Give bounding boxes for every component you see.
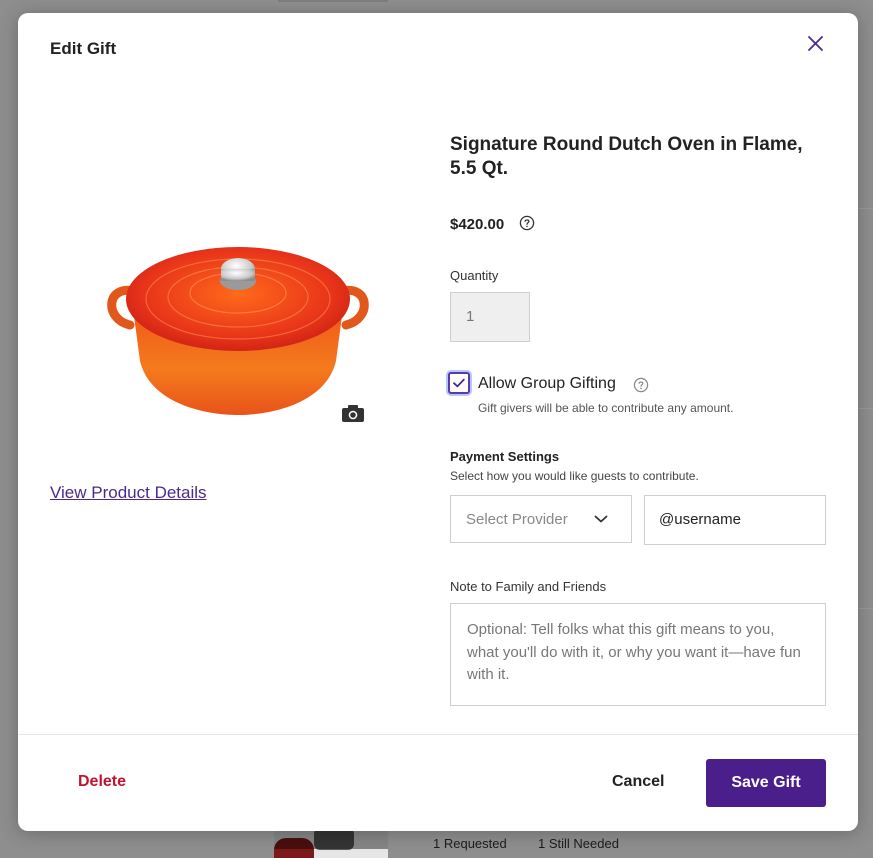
group-gifting-checkbox[interactable] (448, 372, 470, 394)
product-price: $420.00 (450, 216, 505, 233)
group-gifting-hint: Gift givers will be able to contribute a… (478, 401, 734, 415)
close-icon (808, 36, 823, 51)
payment-username-input[interactable]: @username (644, 495, 826, 545)
help-icon[interactable] (633, 377, 649, 393)
checkmark-icon (453, 378, 465, 388)
group-gifting-label: Allow Group Gifting (478, 375, 616, 392)
background-divider (858, 408, 873, 409)
cancel-button[interactable]: Cancel (612, 773, 664, 791)
payment-provider-select[interactable]: Select Provider (450, 495, 632, 543)
provider-select-value: Select Provider (466, 511, 568, 528)
quantity-input[interactable]: 1 (450, 292, 530, 342)
save-gift-button[interactable]: Save Gift (706, 759, 826, 807)
payment-settings-subtitle: Select how you would like guests to cont… (450, 469, 699, 483)
delete-button[interactable]: Delete (78, 773, 126, 791)
product-name: Signature Round Dutch Oven in Flame, 5.5… (450, 134, 803, 179)
modal-title: Edit Gift (50, 39, 117, 58)
camera-button[interactable] (340, 403, 366, 425)
background-divider (858, 208, 873, 209)
footer-divider (18, 734, 858, 735)
note-label: Note to Family and Friends (450, 579, 607, 594)
quantity-label: Quantity (450, 268, 499, 283)
note-textarea[interactable]: Optional: Tell folks what this gift mean… (450, 603, 826, 706)
camera-icon (342, 405, 364, 422)
payment-settings-title: Payment Settings (450, 449, 560, 464)
dutch-oven-image (107, 247, 369, 415)
chevron-down-icon (594, 515, 608, 523)
help-icon[interactable] (519, 215, 535, 231)
view-product-details-link[interactable]: View Product Details (50, 483, 207, 503)
background-divider (858, 608, 873, 609)
close-button[interactable] (804, 33, 826, 55)
edit-gift-modal: Edit Gift View Product Details Signature… (18, 13, 858, 831)
